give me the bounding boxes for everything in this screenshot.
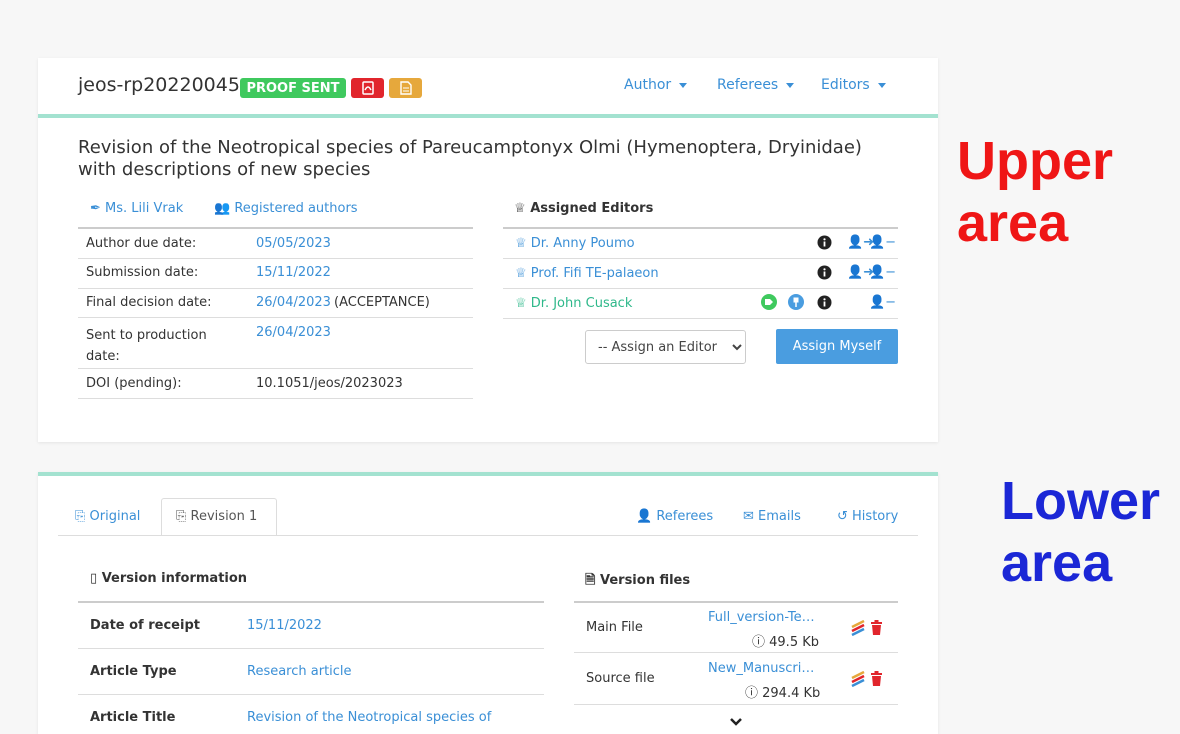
detail-label: DOI (pending): xyxy=(86,376,182,391)
version-info-heading: ▯ Version information xyxy=(90,571,248,586)
history-icon: ↺ xyxy=(837,509,853,524)
pdf-proof-icon[interactable] xyxy=(351,78,384,98)
crown-icon: ♕ xyxy=(514,201,531,216)
info-label: Date of receipt xyxy=(90,618,200,633)
assign-editor-select[interactable]: -- Assign an Editor xyxy=(585,330,746,364)
remove-editor-icon[interactable]: 👤− xyxy=(869,295,896,310)
trash-icon[interactable] xyxy=(870,620,883,639)
chevron-down-icon[interactable] xyxy=(730,716,742,731)
file-size: ⓘ 49.5 Kb xyxy=(752,635,819,650)
document-icon[interactable] xyxy=(389,78,422,98)
file-size: ⓘ 294.4 Kb xyxy=(745,686,821,701)
pin-icon[interactable] xyxy=(788,294,804,314)
detail-label: Sent to production date: xyxy=(86,328,207,364)
info-label: Article Type xyxy=(90,664,177,679)
remove-editor-icon[interactable]: 👤− xyxy=(869,235,896,250)
doi-value: 10.1051/jeos/2023023 xyxy=(256,376,403,391)
crown-icon: ♕ xyxy=(515,236,531,251)
editor-link[interactable]: ♕ Dr. John Cusack xyxy=(515,296,632,311)
detail-label: Author due date: xyxy=(86,236,197,251)
feather-icon: ✒ xyxy=(90,201,106,216)
tab-revision[interactable]: ⎘ Revision 1 xyxy=(176,509,257,524)
users-icon: 👥 xyxy=(214,201,235,216)
file-link[interactable]: New_Manuscri… xyxy=(708,661,814,676)
editor-link[interactable]: ♕ Dr. Anny Poumo xyxy=(515,236,635,251)
version-files-heading: 🗎 Version files xyxy=(585,573,691,588)
detail-value-link[interactable]: 26/04/2023 xyxy=(256,295,331,310)
envelope-icon: ✉ xyxy=(743,509,759,524)
editors-menu[interactable]: Editors xyxy=(821,77,886,93)
file-icon: 🗎 xyxy=(585,573,600,588)
crown-icon: ♕ xyxy=(515,296,531,311)
file-label: Main File xyxy=(586,620,643,635)
trash-icon[interactable] xyxy=(870,671,883,690)
assign-myself-button[interactable]: Assign Myself xyxy=(776,329,898,364)
info-icon[interactable] xyxy=(817,265,832,284)
manuscript-header: jeos-rp20220045 PROOF SENT Author Refere… xyxy=(38,58,938,118)
detail-value-link[interactable]: 26/04/2023 xyxy=(256,325,331,340)
detail-label: Submission date: xyxy=(86,265,199,280)
info-icon: ⓘ xyxy=(745,686,763,701)
info-label: Article Title xyxy=(90,710,176,725)
divider xyxy=(78,227,473,229)
author-menu[interactable]: Author xyxy=(624,77,688,93)
manuscript-title: Revision of the Neotropical species of P… xyxy=(78,137,862,180)
file-link[interactable]: Full_version-Te… xyxy=(708,610,815,625)
lower-area-annotation: Lower area xyxy=(1001,471,1161,593)
user-secret-icon: 👤 xyxy=(636,509,657,524)
info-value-link[interactable]: Research article xyxy=(247,664,352,679)
detail-value-link[interactable]: 15/11/2022 xyxy=(256,265,331,280)
detail-label: Final decision date: xyxy=(86,295,212,310)
referees-menu[interactable]: Referees xyxy=(717,77,795,93)
remove-editor-icon[interactable]: 👤− xyxy=(869,265,896,280)
info-icon[interactable] xyxy=(817,295,832,314)
assigned-editors-heading: ♕ Assigned Editors xyxy=(514,201,654,216)
info-icon: ⓘ xyxy=(752,635,770,650)
upper-area-annotation: Upper area xyxy=(957,131,1114,253)
convert-icon[interactable] xyxy=(851,670,865,691)
status-badge: PROOF SENT xyxy=(240,78,346,98)
copy-icon: ⎘ xyxy=(176,509,191,524)
tab-original[interactable]: ⎘ Original xyxy=(75,509,140,524)
info-icon[interactable] xyxy=(817,235,832,254)
detail-value-link[interactable]: 05/05/2023 xyxy=(256,236,331,251)
tab-referees[interactable]: 👤 Referees xyxy=(636,509,713,524)
contact-author-link[interactable]: ✒ Ms. Lili Vrak xyxy=(90,201,183,216)
tab-emails[interactable]: ✉ Emails xyxy=(743,509,801,524)
copy-icon: ⎘ xyxy=(75,509,90,524)
decision-type: (ACCEPTANCE) xyxy=(334,295,430,310)
manuscript-id: jeos-rp20220045 xyxy=(78,74,240,96)
info-value-link[interactable]: 15/11/2022 xyxy=(247,618,322,633)
book-icon: ▯ xyxy=(90,571,102,586)
tag-icon[interactable] xyxy=(761,294,777,314)
registered-authors-link[interactable]: 👥 Registered authors xyxy=(214,201,358,216)
info-value-link[interactable]: Revision of the Neotropical species of xyxy=(247,710,491,725)
convert-icon[interactable] xyxy=(851,619,865,640)
tab-history[interactable]: ↺ History xyxy=(837,509,898,524)
file-label: Source file xyxy=(586,671,655,686)
crown-icon: ♕ xyxy=(515,266,531,281)
editor-link[interactable]: ♕ Prof. Fifi TE-palaeon xyxy=(515,266,659,281)
